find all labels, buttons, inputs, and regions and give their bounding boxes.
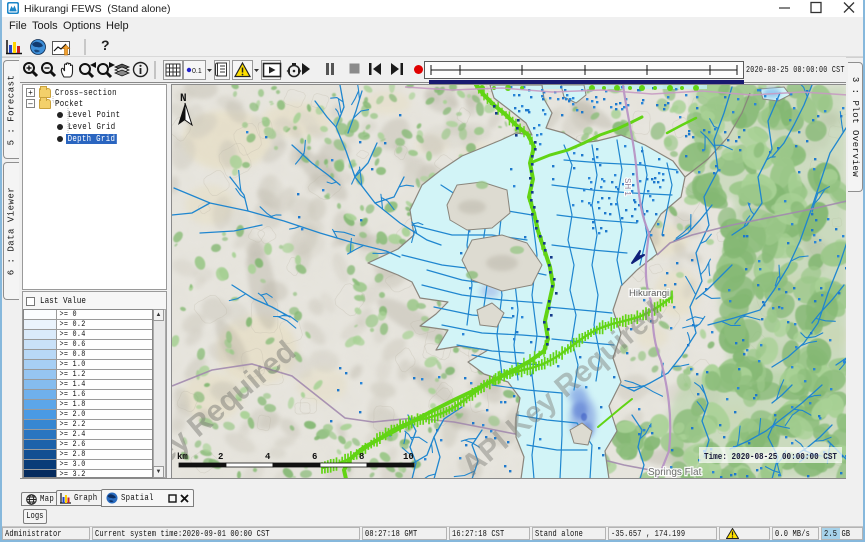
- svg-text:8: 8: [359, 452, 364, 462]
- svg-text:Springs Flat: Springs Flat: [648, 467, 702, 478]
- svg-text:0.1: 0.1: [192, 68, 202, 75]
- svg-text:km: km: [177, 452, 188, 462]
- svg-text:2: 2: [218, 452, 223, 462]
- svg-text:Time: 2020-08-25 00:00:00 CST: Time: 2020-08-25 00:00:00 CST: [704, 451, 837, 462]
- svg-text:N: N: [180, 93, 187, 105]
- svg-text:10: 10: [403, 452, 414, 462]
- svg-text:4: 4: [265, 452, 271, 462]
- svg-text:Hikurangi: Hikurangi: [629, 288, 669, 299]
- svg-text:6: 6: [312, 452, 317, 462]
- svg-text:SH 1: SH 1: [623, 178, 632, 196]
